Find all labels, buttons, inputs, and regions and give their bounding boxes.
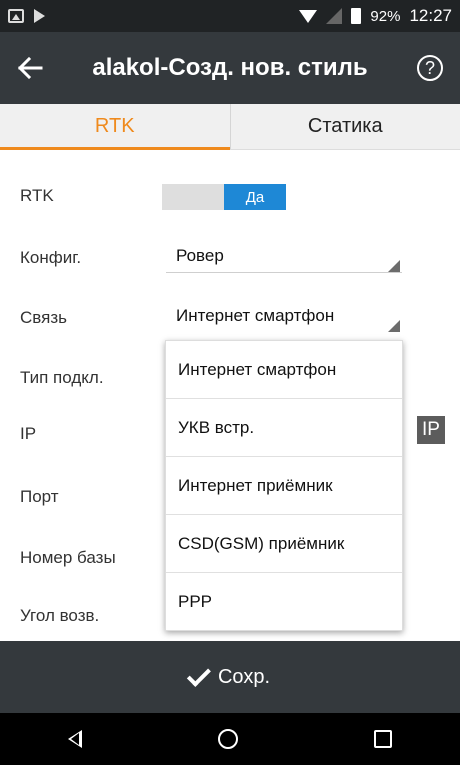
link-dropdown-menu: Интернет смартфон УКВ встр. Интернет при…: [165, 340, 403, 631]
ip-label: IP: [20, 424, 37, 443]
conn-type-label: Тип подкл.: [20, 368, 104, 387]
link-row: Связь Интернет смартфон: [0, 298, 460, 338]
dropdown-corner-icon: [388, 320, 400, 332]
tab-bar: RTK Статика: [0, 104, 460, 150]
elev-angle-label: Угол возв.: [20, 606, 100, 625]
config-underline: [166, 272, 402, 273]
base-number-label: Номер базы: [20, 548, 116, 567]
config-select[interactable]: Ровер: [176, 246, 224, 266]
link-select[interactable]: Интернет смартфон: [176, 306, 334, 326]
wifi-icon: [299, 9, 318, 23]
dropdown-option[interactable]: CSD(GSM) приёмник: [166, 515, 402, 573]
dropdown-option[interactable]: Интернет смартфон: [166, 341, 402, 399]
app-bar: alakol-Созд. нов. стиль ?: [0, 32, 460, 104]
rtk-row: RTK Да: [0, 176, 460, 216]
toggle-off-segment: [162, 184, 224, 210]
nav-recents-icon[interactable]: [374, 730, 392, 748]
dropdown-corner-icon: [388, 260, 400, 272]
toggle-on-segment: Да: [224, 184, 286, 210]
nav-back-icon[interactable]: [68, 730, 82, 748]
system-nav-bar: [0, 713, 460, 765]
save-label: Сохр.: [217, 665, 271, 688]
help-button[interactable]: ?: [400, 32, 460, 104]
rtk-toggle[interactable]: Да: [162, 184, 286, 210]
status-bar: 92% 12:27: [0, 0, 460, 32]
check-icon: [186, 662, 211, 687]
tab-static[interactable]: Статика: [229, 104, 460, 149]
page-title: alakol-Созд. нов. стиль: [92, 54, 368, 81]
dropdown-option[interactable]: УКВ встр.: [166, 399, 402, 457]
back-button[interactable]: [0, 32, 60, 104]
tab-rtk[interactable]: RTK: [0, 104, 230, 150]
battery-icon: [351, 8, 362, 24]
dropdown-option[interactable]: PPP: [166, 573, 402, 631]
rtk-label: RTK: [20, 186, 54, 205]
image-icon: [8, 9, 24, 23]
clock: 12:27: [409, 6, 452, 25]
link-label: Связь: [20, 308, 67, 327]
play-icon: [34, 9, 45, 23]
config-label: Конфиг.: [20, 248, 82, 267]
port-label: Порт: [20, 487, 59, 506]
help-icon: ?: [417, 55, 443, 81]
save-button[interactable]: Сохр.: [0, 641, 460, 713]
battery-percent: 92%: [370, 7, 401, 25]
dropdown-option[interactable]: Интернет приёмник: [166, 457, 402, 515]
signal-icon: [326, 8, 343, 24]
arrow-left-icon: [17, 57, 43, 79]
nav-home-icon[interactable]: [218, 729, 238, 749]
ip-button[interactable]: IP: [417, 416, 445, 444]
